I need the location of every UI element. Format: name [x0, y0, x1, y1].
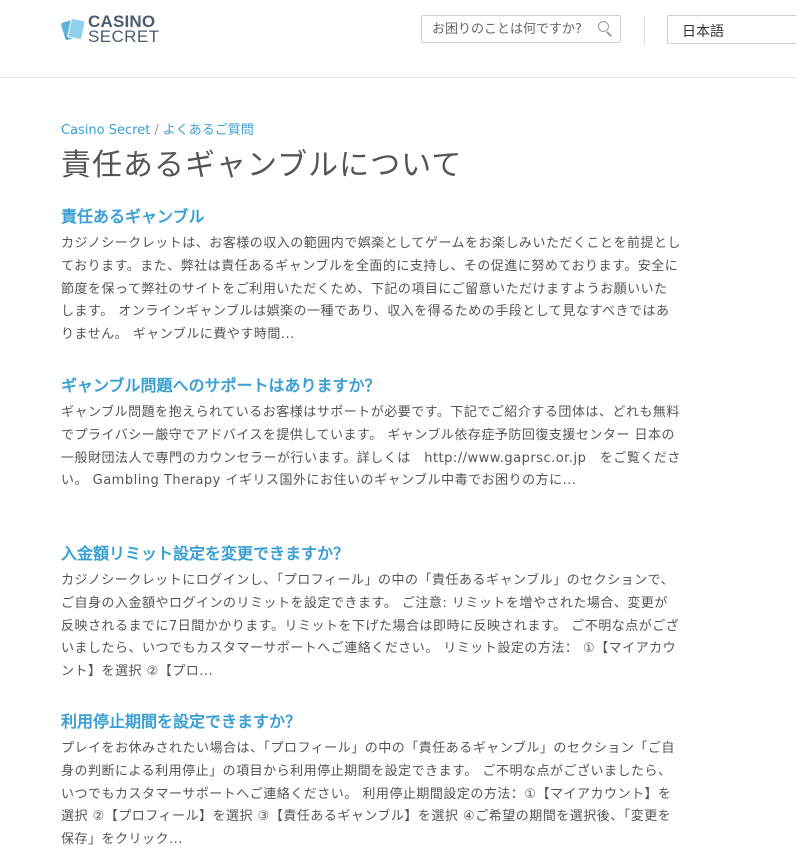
article-title-link[interactable]: 責任あるギャンブル	[61, 205, 681, 229]
breadcrumb-home-link[interactable]: Casino Secret	[61, 123, 150, 138]
page-title: 責任あるギャンブルについて	[61, 148, 463, 183]
article-excerpt: カジノシークレットにログインし、「プロフィール」の中の「責任あるギャンブル」のセ…	[61, 573, 680, 680]
header-divider	[644, 16, 645, 44]
casino-secret-logo[interactable]: CASINO SECRET	[60, 13, 160, 46]
search-box	[421, 15, 621, 43]
breadcrumb-separator: /	[154, 123, 159, 138]
site-header: CASINO SECRET 日本語	[0, 0, 796, 78]
article-excerpt: カジノシークレットは、お客様の収入の範囲内で娯楽としてゲームをお楽しみいただくこ…	[61, 236, 681, 343]
article-title-link[interactable]: ギャンブル問題へのサポートはありますか？	[61, 374, 681, 398]
article-title-link[interactable]: 入金額リミット設定を変更できますか？	[61, 542, 681, 566]
search-input[interactable]	[422, 17, 594, 41]
cards-logo-icon	[60, 16, 86, 42]
article-item: 責任あるギャンブル カジノシークレットは、お客様の収入の範囲内で娯楽としてゲーム…	[61, 205, 681, 347]
article-excerpt: ギャンブル問題を抱えられているお客様はサポートが必要です。下記でご紹介する団体は…	[61, 405, 681, 489]
article-item: 入金額リミット設定を変更できますか？ カジノシークレットにログインし、「プロフィ…	[61, 542, 681, 684]
breadcrumb-faq-link[interactable]: よくあるご質問	[163, 123, 254, 138]
language-selector[interactable]: 日本語	[667, 15, 796, 44]
article-excerpt: プレイをお休みされたい場合は、「プロフィール」の中の「責任あるギャンブル」のセク…	[61, 741, 675, 848]
article-item: ギャンブル問題へのサポートはありますか？ ギャンブル問題を抱えられているお客様は…	[61, 374, 681, 493]
article-item: 利用停止期間を設定できますか？ プレイをお休みされたい場合は、「プロフィール」の…	[61, 710, 681, 852]
article-title-link[interactable]: 利用停止期間を設定できますか？	[61, 710, 681, 734]
logo-text-bottom: SECRET	[88, 27, 160, 46]
main-content: Casino Secret / よくあるご質問 責任あるギャンブルについて 責任ある…	[61, 122, 681, 847]
search-icon[interactable]	[594, 18, 616, 40]
breadcrumb: Casino Secret / よくあるご質問	[61, 122, 681, 140]
